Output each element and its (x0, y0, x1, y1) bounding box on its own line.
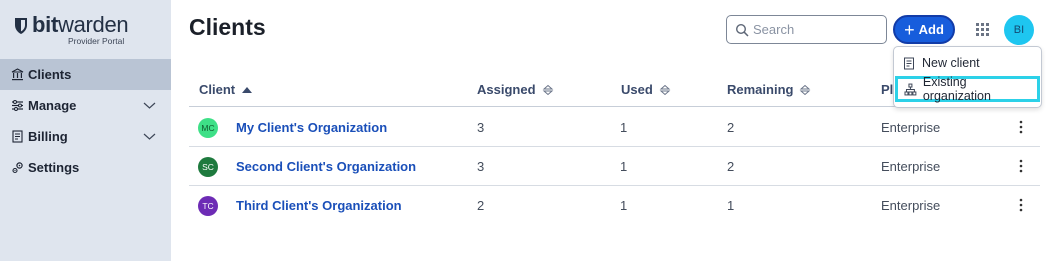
bank-icon (10, 68, 24, 82)
sidebar: bitwarden Provider Portal Clients Manage… (0, 0, 171, 261)
brand-subtitle: Provider Portal (68, 36, 125, 46)
assigned-cell: 3 (477, 159, 485, 174)
add-button[interactable]: + Add (893, 15, 955, 44)
column-header-client[interactable]: Client (199, 82, 253, 97)
used-cell: 1 (620, 120, 628, 135)
column-label: Remaining (727, 82, 794, 97)
column-label: Client (199, 82, 236, 97)
account-avatar[interactable]: BI (1004, 15, 1034, 45)
sidebar-item-label: Clients (28, 67, 72, 82)
add-button-label: Add (918, 22, 944, 37)
used-cell: 1 (620, 198, 628, 213)
menu-item-label: Existing organization (922, 75, 991, 103)
sort-ascending-icon (242, 86, 253, 93)
column-label: Used (621, 82, 653, 97)
column-header-assigned[interactable]: Assigned (477, 82, 554, 97)
sidebar-item-manage[interactable]: Manage (0, 90, 171, 121)
remaining-cell: 2 (727, 120, 735, 135)
search-icon (735, 23, 749, 37)
billing-icon (10, 130, 24, 144)
search-input[interactable] (753, 19, 881, 40)
sort-icon (659, 84, 671, 95)
menu-item-existing-organization[interactable]: Existing organization (895, 75, 1040, 103)
table-row: SC Second Client's Organization 3 1 2 En… (189, 147, 1040, 186)
table-row: MC My Client's Organization 3 1 2 Enterp… (189, 108, 1040, 147)
sort-icon (800, 84, 811, 95)
client-name-link[interactable]: Third Client's Organization (236, 198, 402, 213)
gears-icon (10, 161, 24, 175)
client-avatar: SC (198, 157, 218, 177)
column-header-plan[interactable]: Pl (881, 82, 893, 97)
remaining-cell: 1 (727, 198, 735, 213)
page-title: Clients (189, 14, 266, 40)
column-label: Assigned (477, 82, 536, 97)
menu-item-label: New client (922, 56, 980, 70)
sidebar-item-clients[interactable]: Clients (0, 59, 171, 90)
new-client-icon (904, 57, 914, 69)
sidebar-item-label: Billing (28, 129, 68, 144)
shield-icon (15, 18, 27, 34)
column-label: Pl (881, 82, 894, 97)
bitwarden-logo[interactable]: bitwarden Provider Portal (14, 12, 154, 48)
sort-icon (542, 84, 553, 95)
sidebar-item-label: Settings (28, 160, 80, 175)
sidebar-item-billing[interactable]: Billing (0, 121, 171, 152)
column-header-remaining[interactable]: Remaining (727, 82, 811, 97)
plan-cell: Enterprise (881, 159, 941, 174)
remaining-cell: 2 (727, 159, 735, 174)
assigned-cell: 2 (477, 198, 485, 213)
client-name-link[interactable]: My Client's Organization (236, 120, 387, 135)
sidebar-item-settings[interactable]: Settings (0, 152, 171, 183)
plan-cell: Enterprise (881, 198, 941, 213)
chevron-down-icon[interactable] (143, 130, 156, 143)
used-cell: 1 (620, 159, 628, 174)
chevron-down-icon[interactable] (143, 99, 156, 112)
row-options-icon[interactable] (1014, 119, 1028, 135)
add-dropdown-menu: New client Existing organization (893, 46, 1042, 108)
table-row: TC Third Client's Organization 2 1 1 Ent… (189, 186, 1040, 225)
brand-wordmark: bitwarden (32, 12, 129, 37)
client-name-link[interactable]: Second Client's Organization (236, 159, 416, 174)
client-avatar: MC (198, 118, 218, 138)
client-avatar: TC (198, 196, 218, 216)
sitemap-icon (904, 83, 917, 95)
sliders-icon (10, 99, 24, 113)
assigned-cell: 3 (477, 120, 485, 135)
search-box[interactable] (726, 15, 887, 44)
row-options-icon[interactable] (1014, 158, 1028, 174)
menu-item-new-client[interactable]: New client (894, 50, 1043, 76)
column-header-used[interactable]: Used (621, 82, 671, 97)
product-switcher-icon[interactable] (976, 23, 989, 36)
row-options-icon[interactable] (1014, 197, 1028, 213)
plus-icon: + (904, 19, 915, 40)
sidebar-item-label: Manage (28, 98, 77, 113)
plan-cell: Enterprise (881, 120, 941, 135)
